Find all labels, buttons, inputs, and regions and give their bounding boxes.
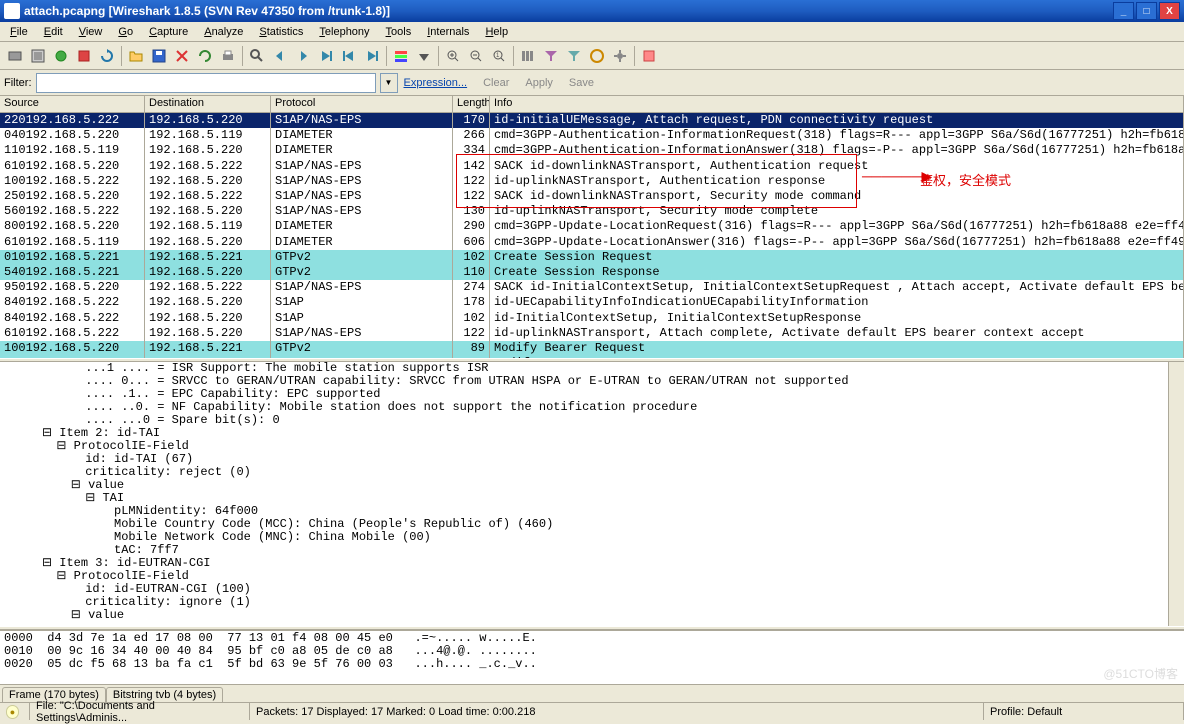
menu-statistics[interactable]: Statistics [253,24,309,40]
filter-label: Filter: [4,77,32,89]
detail-line[interactable]: Mobile Network Code (MNC): China Mobile … [6,531,1184,544]
find-icon[interactable] [246,45,268,67]
expert-info-icon[interactable]: ● [6,705,19,719]
coloring-rules-icon[interactable] [586,45,608,67]
minimize-button[interactable]: _ [1113,2,1134,20]
menu-file[interactable]: File [4,24,34,40]
menu-telephony[interactable]: Telephony [313,24,375,40]
status-packets: Packets: 17 Displayed: 17 Marked: 0 Load… [250,703,984,720]
open-file-icon[interactable] [125,45,147,67]
detail-line[interactable]: ⊟ value [6,479,1184,492]
detail-line[interactable]: ⊟ value [6,609,1184,622]
auto-scroll-icon[interactable] [413,45,435,67]
menu-edit[interactable]: Edit [38,24,69,40]
save-file-icon[interactable] [148,45,170,67]
colorize-icon[interactable] [390,45,412,67]
status-file: File: "C:\Documents and Settings\Adminis… [30,703,250,720]
col-length[interactable]: Length [453,96,490,112]
statusbar: ● File: "C:\Documents and Settings\Admin… [0,702,1184,720]
packet-bytes-pane[interactable]: 0000 d4 3d 7e 1a ed 17 08 00 77 13 01 f4… [0,630,1184,684]
table-row[interactable]: 100192.168.5.220192.168.5.221GTPv289Modi… [0,341,1184,356]
col-info[interactable]: Info [490,96,1184,112]
capture-filters-icon[interactable] [540,45,562,67]
maximize-button[interactable]: □ [1136,2,1157,20]
filterbar: Filter: ▼ Expression... Clear Apply Save [0,70,1184,96]
reload-icon[interactable] [194,45,216,67]
col-protocol[interactable]: Protocol [271,96,453,112]
options-icon[interactable] [27,45,49,67]
menu-analyze[interactable]: Analyze [198,24,249,40]
svg-text:1: 1 [496,53,500,59]
table-row[interactable]: 840192.168.5.222192.168.5.220S1AP102id-I… [0,311,1184,326]
resize-columns-icon[interactable] [517,45,539,67]
apply-button[interactable]: Apply [525,77,553,89]
preferences-icon[interactable] [609,45,631,67]
col-destination[interactable]: Destination [145,96,271,112]
table-row[interactable]: 560192.168.5.222192.168.5.220S1AP/NAS-EP… [0,204,1184,219]
close-file-icon[interactable] [171,45,193,67]
table-row[interactable]: 110192.168.5.119192.168.5.220DIAMETER334… [0,143,1184,158]
table-row[interactable]: 950192.168.5.220192.168.5.222S1AP/NAS-EP… [0,280,1184,295]
expression-link[interactable]: Expression... [404,77,468,89]
app-icon [4,3,20,19]
table-row[interactable]: 250192.168.5.220192.168.5.222S1AP/NAS-EP… [0,189,1184,204]
titlebar: attach.pcapng [Wireshark 1.8.5 (SVN Rev … [0,0,1184,22]
menu-help[interactable]: Help [479,24,514,40]
zoom-reset-icon[interactable]: 1 [488,45,510,67]
filter-dropdown-icon[interactable]: ▼ [380,73,398,93]
restart-capture-icon[interactable] [96,45,118,67]
zoom-in-icon[interactable] [442,45,464,67]
save-button[interactable]: Save [569,77,594,89]
table-row[interactable]: 220192.168.5.222192.168.5.220S1AP/NAS-EP… [0,113,1184,128]
table-row[interactable]: 540192.168.5.221192.168.5.220GTPv2110Cre… [0,265,1184,280]
table-row[interactable]: 610192.168.5.119192.168.5.220DIAMETER606… [0,235,1184,250]
table-row[interactable]: 720192.168.5.221192.168.5.220GTPv284Modi… [0,356,1184,358]
clear-button[interactable]: Clear [483,77,509,89]
menubar: FileEditViewGoCaptureAnalyzeStatisticsTe… [0,22,1184,42]
zoom-out-icon[interactable] [465,45,487,67]
help-icon[interactable] [638,45,660,67]
print-icon[interactable] [217,45,239,67]
menu-go[interactable]: Go [112,24,139,40]
first-packet-icon[interactable] [338,45,360,67]
table-row[interactable]: 040192.168.5.220192.168.5.119DIAMETER266… [0,128,1184,143]
goto-packet-icon[interactable] [315,45,337,67]
table-row[interactable]: 610192.168.5.222192.168.5.220S1AP/NAS-EP… [0,326,1184,341]
table-row[interactable]: 800192.168.5.220192.168.5.119DIAMETER290… [0,219,1184,234]
col-source[interactable]: Source [0,96,145,112]
detail-line[interactable]: .... ...0 = Spare bit(s): 0 [6,414,1184,427]
table-row[interactable]: 010192.168.5.221192.168.5.221GTPv2102Cre… [0,250,1184,265]
go-back-icon[interactable] [269,45,291,67]
detail-line[interactable]: criticality: ignore (1) [6,596,1184,609]
vertical-scrollbar[interactable] [1168,362,1184,626]
close-button[interactable]: X [1159,2,1180,20]
detail-line[interactable]: criticality: reject (0) [6,466,1184,479]
status-profile[interactable]: Profile: Default [984,703,1184,720]
interfaces-icon[interactable] [4,45,26,67]
menu-tools[interactable]: Tools [380,24,418,40]
go-forward-icon[interactable] [292,45,314,67]
table-row[interactable]: 100192.168.5.222192.168.5.220S1AP/NAS-EP… [0,174,1184,189]
filter-input[interactable] [36,73,376,93]
menu-internals[interactable]: Internals [421,24,475,40]
packet-list-pane: Source Destination Protocol Length Info … [0,96,1184,358]
table-row[interactable]: 840192.168.5.222192.168.5.220S1AP178id-U… [0,295,1184,310]
last-packet-icon[interactable] [361,45,383,67]
stop-capture-icon[interactable] [73,45,95,67]
packet-list-header: Source Destination Protocol Length Info [0,96,1184,113]
toolbar: 1 [0,42,1184,70]
window-title: attach.pcapng [Wireshark 1.8.5 (SVN Rev … [24,4,390,18]
packet-details-pane[interactable]: ...1 .... = ISR Support: The mobile stat… [0,362,1184,626]
menu-view[interactable]: View [73,24,109,40]
start-capture-icon[interactable] [50,45,72,67]
table-row[interactable]: 610192.168.5.220192.168.5.222S1AP/NAS-EP… [0,159,1184,174]
display-filters-icon[interactable] [563,45,585,67]
menu-capture[interactable]: Capture [143,24,194,40]
